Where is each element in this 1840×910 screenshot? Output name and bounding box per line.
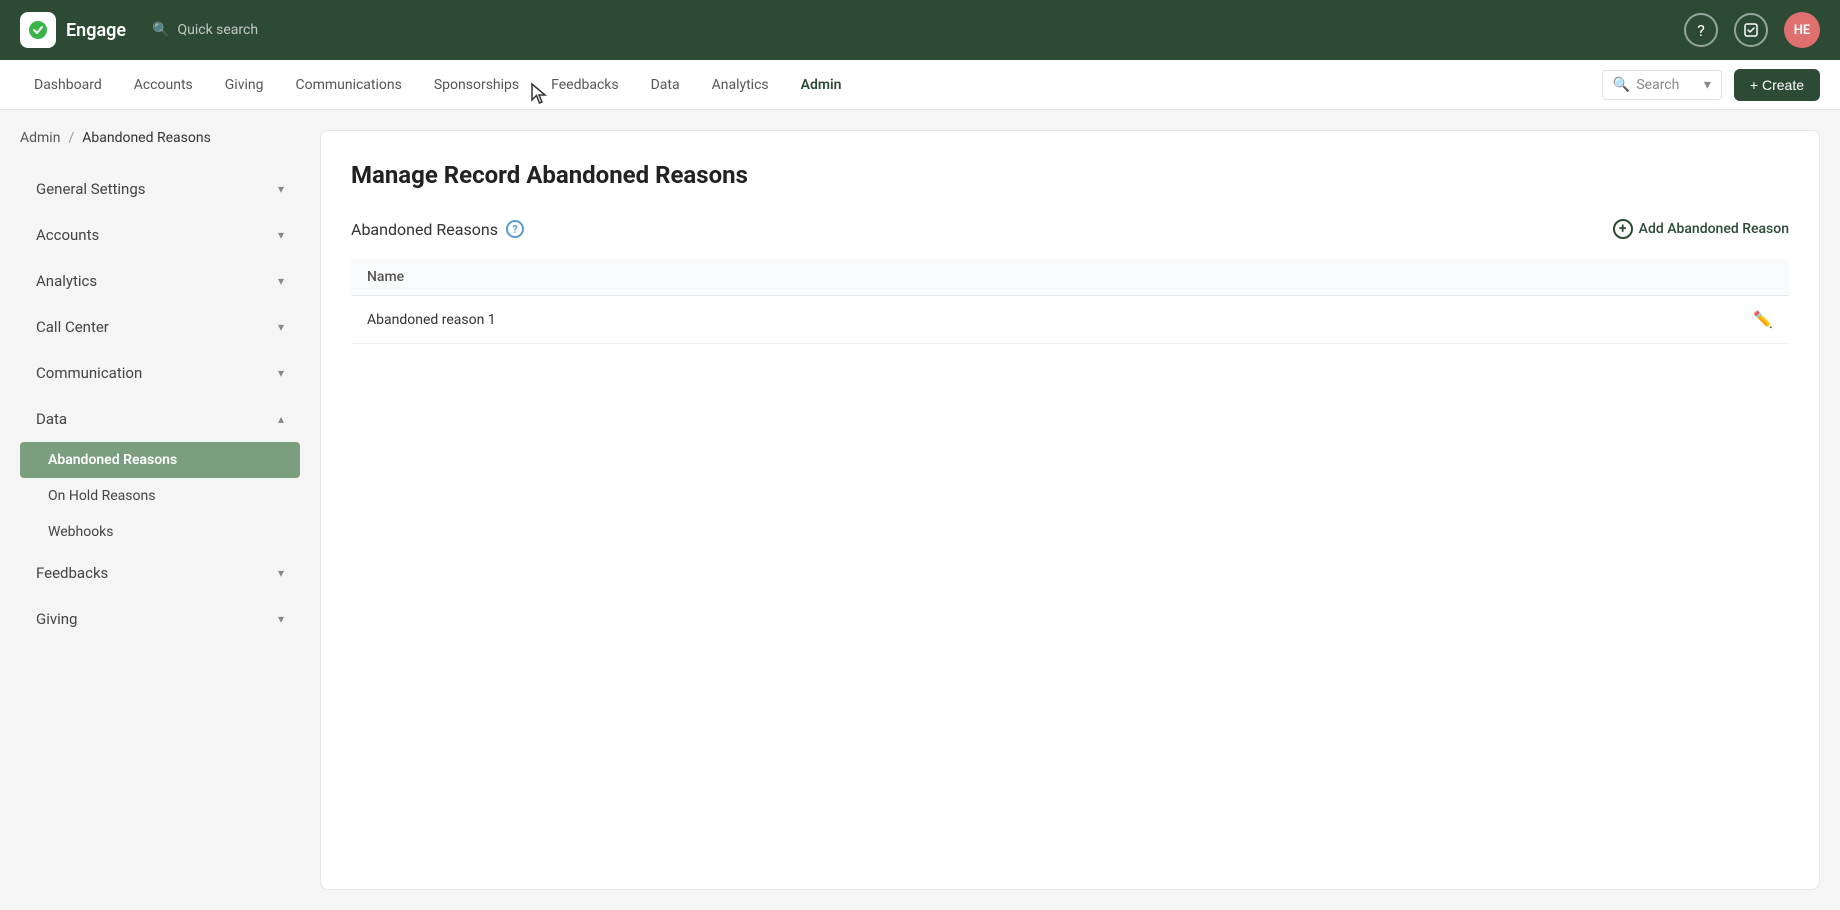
chevron-down-icon: ▾ — [278, 320, 284, 334]
navbar: Dashboard Accounts Giving Communications… — [0, 60, 1840, 110]
breadcrumb-parent[interactable]: Admin — [20, 130, 60, 146]
table-header-row: Name — [351, 259, 1789, 296]
nav-data[interactable]: Data — [637, 69, 694, 101]
help-icon[interactable]: ? — [506, 220, 524, 238]
cell-name: Abandoned reason 1 — [351, 296, 1438, 344]
user-avatar[interactable]: HE — [1784, 12, 1820, 48]
sidebar-item-feedbacks[interactable]: Feedbacks ▾ — [20, 550, 300, 596]
navbar-right: 🔍 Search ▾ + Create — [1602, 69, 1820, 101]
search-dropdown-icon: ▾ — [1704, 77, 1711, 93]
section-title-text: Abandoned Reasons — [351, 220, 498, 239]
sidebar-feedbacks-label: Feedbacks — [36, 564, 108, 582]
chevron-down-icon: ▾ — [278, 228, 284, 242]
sidebar-item-general-settings[interactable]: General Settings ▾ — [20, 166, 300, 212]
logo-icon — [20, 12, 56, 48]
sidebar-data-label: Data — [36, 410, 67, 428]
nav-admin[interactable]: Admin — [787, 69, 856, 101]
add-button-label: Add Abandoned Reason — [1639, 221, 1789, 237]
search-icon-small: 🔍 — [1613, 77, 1630, 93]
search-icon: 🔍 — [152, 22, 169, 38]
sidebar-giving-label: Giving — [36, 610, 77, 628]
chevron-up-icon: ▴ — [278, 412, 284, 426]
table-row: Abandoned reason 1 ✏️ — [351, 296, 1789, 344]
column-name: Name — [351, 259, 1438, 296]
sidebar-item-accounts[interactable]: Accounts ▾ — [20, 212, 300, 258]
chevron-down-icon: ▾ — [278, 182, 284, 196]
chevron-down-icon: ▾ — [278, 612, 284, 626]
chevron-down-icon: ▾ — [278, 366, 284, 380]
sidebar-accounts-label: Accounts — [36, 226, 99, 244]
add-icon: + — [1613, 219, 1633, 239]
nav-dashboard[interactable]: Dashboard — [20, 69, 116, 101]
page-content: Admin / Abandoned Reasons General Settin… — [0, 110, 1840, 910]
sidebar-subitem-abandoned-reasons[interactable]: Abandoned Reasons — [20, 442, 300, 478]
nav-sponsorships[interactable]: Sponsorships — [420, 69, 533, 101]
nav-giving[interactable]: Giving — [211, 69, 278, 101]
logo[interactable]: Engage — [20, 12, 126, 48]
app-name: Engage — [66, 20, 126, 41]
sidebar-general-settings-label: General Settings — [36, 180, 146, 198]
tasks-button[interactable] — [1734, 13, 1768, 47]
abandoned-reasons-table: Name Abandoned reason 1 ✏️ — [351, 259, 1789, 344]
column-actions — [1438, 259, 1789, 296]
sidebar-subitem-webhooks[interactable]: Webhooks — [20, 514, 300, 550]
sidebar: Admin / Abandoned Reasons General Settin… — [20, 130, 300, 890]
cell-actions: ✏️ — [1438, 296, 1789, 344]
section-title: Abandoned Reasons ? — [351, 220, 524, 239]
nav-communications[interactable]: Communications — [281, 69, 415, 101]
add-abandoned-reason-button[interactable]: + Add Abandoned Reason — [1613, 219, 1789, 239]
quick-search[interactable]: 🔍 Quick search — [152, 22, 258, 38]
sidebar-subitem-on-hold-reasons[interactable]: On Hold Reasons — [20, 478, 300, 514]
breadcrumb: Admin / Abandoned Reasons — [20, 130, 300, 146]
sidebar-item-data[interactable]: Data ▴ — [20, 396, 300, 442]
chevron-down-icon: ▾ — [278, 274, 284, 288]
sidebar-item-call-center[interactable]: Call Center ▾ — [20, 304, 300, 350]
breadcrumb-separator: / — [68, 130, 74, 146]
nav-analytics[interactable]: Analytics — [698, 69, 783, 101]
nav-accounts[interactable]: Accounts — [120, 69, 207, 101]
nav-feedbacks[interactable]: Feedbacks — [537, 69, 632, 101]
create-button[interactable]: + Create — [1734, 69, 1820, 101]
main-panel: Manage Record Abandoned Reasons Abandone… — [320, 130, 1820, 890]
page-title: Manage Record Abandoned Reasons — [351, 161, 1789, 189]
sidebar-analytics-label: Analytics — [36, 272, 97, 290]
quick-search-label: Quick search — [177, 22, 258, 38]
topbar-right: ? HE — [1684, 12, 1820, 48]
edit-icon[interactable]: ✏️ — [1753, 310, 1773, 329]
section-header: Abandoned Reasons ? + Add Abandoned Reas… — [351, 219, 1789, 239]
chevron-down-icon: ▾ — [278, 566, 284, 580]
topbar: Engage 🔍 Quick search ? HE — [0, 0, 1840, 60]
sidebar-call-center-label: Call Center — [36, 318, 109, 336]
search-label: Search — [1636, 77, 1679, 93]
breadcrumb-current: Abandoned Reasons — [82, 130, 211, 146]
sidebar-communication-label: Communication — [36, 364, 142, 382]
sidebar-item-giving[interactable]: Giving ▾ — [20, 596, 300, 642]
navbar-search[interactable]: 🔍 Search ▾ — [1602, 70, 1722, 100]
help-button[interactable]: ? — [1684, 13, 1718, 47]
sidebar-item-analytics[interactable]: Analytics ▾ — [20, 258, 300, 304]
sidebar-item-communication[interactable]: Communication ▾ — [20, 350, 300, 396]
